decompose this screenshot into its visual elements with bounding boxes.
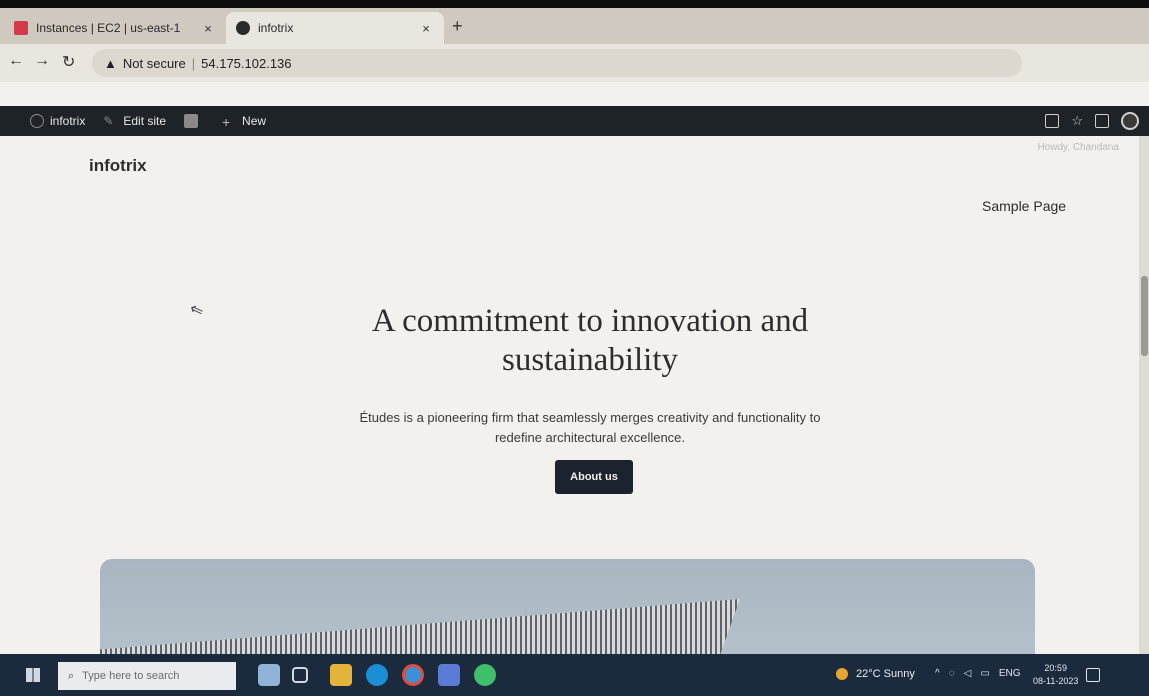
security-status: Not secure — [122, 55, 186, 71]
pencil-icon: ✎ — [103, 114, 114, 128]
store-icon[interactable] — [438, 664, 460, 686]
system-tray: ^ ◌ ◁ ▭ ENG — [935, 668, 1020, 679]
about-us-button[interactable]: About us — [555, 460, 633, 494]
weather-widget[interactable]: 22°C Sunny — [836, 668, 915, 680]
hero-subtitle: Études is a pioneering firm that seamles… — [359, 410, 821, 446]
taskbar-clock[interactable]: 20:59 08-11-2023 — [1033, 662, 1078, 688]
tab-label: Instances | EC2 | us-east-1 — [36, 21, 181, 35]
windows-taskbar: ⌕ Type here to search 22°C Sunny ^ ◌ ◁ ▭… — [0, 654, 1149, 696]
sun-icon — [836, 668, 848, 680]
profile-avatar-icon[interactable] — [1121, 112, 1139, 130]
admin-site-name: infotrix — [50, 114, 86, 128]
howdy-user[interactable]: Howdy, Chandana — [1037, 142, 1119, 153]
tab-close-icon[interactable]: × — [418, 21, 434, 36]
wordpress-icon — [30, 114, 44, 128]
nav-sample-page[interactable]: Sample Page — [982, 198, 1066, 214]
tab-close-icon[interactable]: × — [200, 21, 216, 36]
warning-icon: ▲ — [104, 55, 117, 71]
site-title[interactable]: infotrix — [89, 156, 147, 176]
volume-icon[interactable]: ◁ — [964, 668, 972, 679]
cortana-weather-icon[interactable] — [258, 664, 280, 686]
search-icon: ⌕ — [68, 669, 75, 682]
chrome-browser-icon[interactable] — [402, 664, 424, 686]
edit-site-link[interactable]: ✎ Edit site — [103, 114, 166, 128]
new-tab-button[interactable]: + — [452, 16, 463, 37]
scrollbar-thumb[interactable] — [1141, 276, 1148, 356]
hero-title: A commitment to innovation and sustainab… — [371, 303, 809, 378]
comments-link[interactable] — [184, 114, 204, 128]
search-placeholder: Type here to search — [82, 670, 180, 682]
aws-favicon-icon — [14, 21, 28, 35]
file-explorer-icon[interactable] — [330, 664, 352, 686]
browser-extension-tray: ☆ — [1045, 112, 1139, 130]
sidepanel-icon[interactable] — [1095, 114, 1109, 128]
forward-arrow-icon[interactable]: → — [34, 52, 50, 70]
tab-infotrix[interactable]: infotrix × — [226, 12, 444, 44]
browser-window: Instances | EC2 | us-east-1 × infotrix ×… — [0, 8, 1149, 696]
chevron-up-icon[interactable]: ^ — [935, 668, 940, 679]
language-indicator[interactable]: ENG — [999, 668, 1021, 679]
task-view-icon[interactable] — [292, 667, 308, 683]
admin-site-link[interactable]: infotrix — [30, 114, 85, 128]
url-text: 54.175.102.136 — [201, 55, 292, 71]
comment-icon — [184, 114, 199, 128]
address-toolbar: ← → ↻ ▲ Not secure | 54.175.102.136 — [0, 44, 1149, 82]
back-arrow-icon[interactable]: ← — [8, 52, 24, 70]
plus-icon: + — [222, 114, 231, 130]
new-label: New — [242, 114, 267, 128]
site-favicon-icon — [236, 21, 250, 35]
whatsapp-icon[interactable] — [474, 664, 496, 686]
taskbar-search[interactable]: ⌕ Type here to search — [58, 662, 236, 690]
share-icon[interactable] — [1045, 114, 1060, 128]
clock-time: 20:59 — [1044, 663, 1067, 673]
page-scrollbar[interactable] — [1139, 136, 1149, 662]
clock-date: 08-11-2023 — [1033, 676, 1079, 687]
tab-label: infotrix — [258, 21, 294, 35]
bookmark-star-icon[interactable]: ☆ — [1071, 113, 1083, 129]
wp-admin-bar: infotrix ✎ Edit site + New ☆ — [0, 106, 1149, 136]
new-content-link[interactable]: + New — [222, 114, 267, 130]
edge-browser-icon[interactable] — [366, 664, 388, 686]
network-icon[interactable]: ◌ — [949, 668, 955, 679]
mouse-cursor-icon: ⇖ — [187, 300, 207, 321]
edit-site-label: Edit site — [123, 114, 167, 128]
tab-ec2-instances[interactable]: Instances | EC2 | us-east-1 × — [4, 12, 226, 44]
battery-icon[interactable]: ▭ — [980, 668, 989, 679]
divider: | — [191, 55, 196, 71]
reload-icon[interactable]: ↻ — [62, 52, 75, 72]
tab-bar: Instances | EC2 | us-east-1 × infotrix ×… — [0, 8, 1149, 44]
notification-center-icon[interactable] — [1086, 668, 1100, 682]
address-bar[interactable]: ▲ Not secure | 54.175.102.136 — [92, 49, 1022, 77]
windows-start-icon[interactable] — [26, 668, 40, 682]
weather-text: 22°C Sunny — [856, 668, 915, 680]
